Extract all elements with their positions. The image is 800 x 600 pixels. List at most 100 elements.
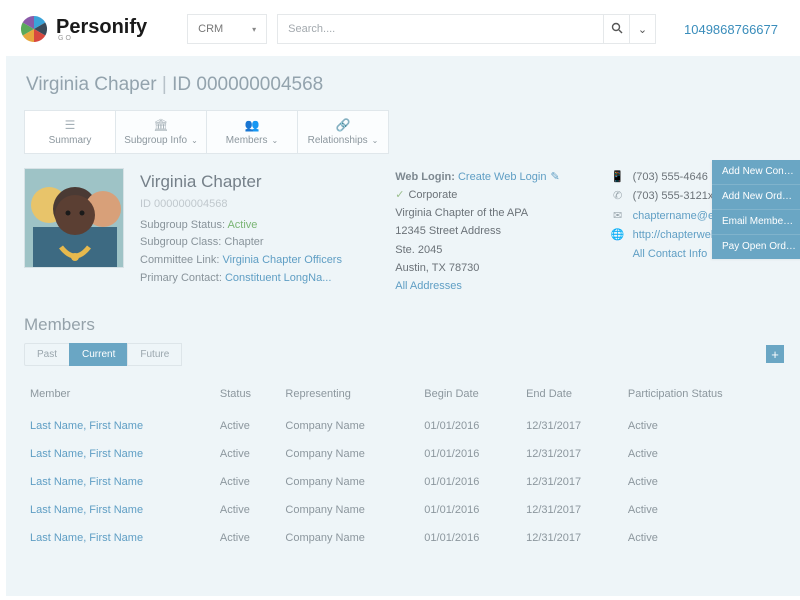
address-suite: Ste. 2045	[395, 241, 594, 259]
action-pay-open-orders[interactable]: Pay Open Ord…	[712, 235, 800, 259]
members-heading: Members	[24, 315, 784, 335]
member-pstatus: Active	[622, 412, 784, 440]
tab-subgroup-info[interactable]: 🏛 Subgroup Info⌄	[115, 110, 207, 154]
class-value: Chapter	[224, 236, 263, 248]
member-pstatus: Active	[622, 496, 784, 524]
search-options-button[interactable]: ⌄	[629, 15, 655, 43]
member-status: Active	[214, 524, 280, 552]
table-row: Last Name, First NameActiveCompany Name0…	[24, 468, 784, 496]
address-type: Corporate	[408, 189, 457, 201]
col-member: Member	[24, 382, 214, 412]
members-table: Member Status Representing Begin Date En…	[24, 382, 784, 552]
col-pstatus: Participation Status	[622, 382, 784, 412]
top-bar: Personify GO CRM ▾ ⌄ 1049868766677	[0, 0, 800, 56]
primary-contact-label: Primary Contact:	[140, 272, 222, 284]
chevron-down-icon: ▾	[252, 25, 256, 34]
members-section: Members Past Current Future + Member Sta…	[24, 315, 800, 552]
col-end: End Date	[520, 382, 622, 412]
brand-logo[interactable]: Personify GO	[20, 15, 147, 43]
account-id[interactable]: 1049868766677	[684, 22, 778, 37]
table-row: Last Name, First NameActiveCompany Name0…	[24, 440, 784, 468]
member-begin: 01/01/2016	[418, 412, 520, 440]
module-select[interactable]: CRM ▾	[187, 14, 267, 44]
filter-current[interactable]: Current	[69, 343, 128, 366]
create-web-login-link[interactable]: Create Web Login	[458, 171, 546, 183]
table-row: Last Name, First NameActiveCompany Name0…	[24, 496, 784, 524]
member-begin: 01/01/2016	[418, 524, 520, 552]
chevron-down-icon: ⌄	[191, 136, 198, 145]
table-row: Last Name, First NameActiveCompany Name0…	[24, 524, 784, 552]
search-input[interactable]	[278, 15, 603, 43]
action-add-new-contact[interactable]: Add New Con…	[712, 160, 800, 185]
building-icon: 🏛	[153, 118, 168, 132]
main-stage: Add New Con… Add New Ord… Email Membe… P…	[6, 56, 800, 596]
edit-icon[interactable]: ✎	[550, 171, 559, 183]
member-link[interactable]: Last Name, First Name	[30, 420, 143, 432]
entity-tabs: ☰ Summary 🏛 Subgroup Info⌄ 👥 Members⌄ 🔗 …	[24, 110, 800, 154]
avatar[interactable]	[24, 168, 124, 268]
member-rep: Company Name	[279, 440, 418, 468]
committee-label: Committee Link:	[140, 254, 219, 266]
chevron-down-icon: ⌄	[638, 23, 647, 36]
brand-name: Personify	[56, 17, 147, 37]
all-addresses-link[interactable]: All Addresses	[395, 280, 462, 292]
primary-contact-link[interactable]: Constituent LongNa...	[225, 272, 331, 284]
member-status: Active	[214, 496, 280, 524]
status-label: Subgroup Status:	[140, 219, 225, 231]
people-icon: 👥	[245, 118, 260, 132]
contact-mobile: (703) 555-4646	[633, 168, 708, 187]
col-begin: Begin Date	[418, 382, 520, 412]
record-title: Virginia Chaper | ID 000000004568	[24, 66, 800, 110]
chevron-down-icon: ⌄	[372, 136, 379, 145]
member-status: Active	[214, 412, 280, 440]
action-add-new-order[interactable]: Add New Ord…	[712, 185, 800, 210]
tab-members[interactable]: 👥 Members⌄	[206, 110, 298, 154]
search-wrap: ⌄	[277, 14, 656, 44]
plus-icon: +	[771, 347, 779, 362]
member-pstatus: Active	[622, 440, 784, 468]
record-id: ID 000000004568	[172, 74, 323, 95]
profile-id: ID 000000004568	[140, 196, 379, 214]
check-icon: ✓	[395, 189, 404, 201]
filter-future[interactable]: Future	[127, 343, 182, 366]
address-org: Virginia Chapter of the APA	[395, 204, 594, 222]
member-status: Active	[214, 468, 280, 496]
member-pstatus: Active	[622, 524, 784, 552]
link-icon: 🔗	[336, 118, 351, 132]
member-begin: 01/01/2016	[418, 496, 520, 524]
table-row: Last Name, First NameActiveCompany Name0…	[24, 412, 784, 440]
action-email-members[interactable]: Email Membe…	[712, 210, 800, 235]
member-rep: Company Name	[279, 412, 418, 440]
member-end: 12/31/2017	[520, 468, 622, 496]
committee-link[interactable]: Virginia Chapter Officers	[223, 254, 342, 266]
member-begin: 01/01/2016	[418, 440, 520, 468]
quick-actions-menu: Add New Con… Add New Ord… Email Membe… P…	[712, 160, 800, 259]
add-member-button[interactable]: +	[766, 345, 784, 363]
member-rep: Company Name	[279, 468, 418, 496]
globe-icon: 🌐	[611, 226, 625, 245]
member-link[interactable]: Last Name, First Name	[30, 476, 143, 488]
tab-label: Summary	[49, 135, 92, 146]
member-link[interactable]: Last Name, First Name	[30, 448, 143, 460]
search-icon	[611, 22, 623, 37]
col-status: Status	[214, 382, 280, 412]
address-city: Austin, TX 78730	[395, 259, 594, 277]
filter-past[interactable]: Past	[24, 343, 70, 366]
chevron-down-icon: ⌄	[271, 136, 278, 145]
address-street: 12345 Street Address	[395, 222, 594, 240]
member-link[interactable]: Last Name, First Name	[30, 532, 143, 544]
member-link[interactable]: Last Name, First Name	[30, 504, 143, 516]
mobile-icon: 📱	[611, 168, 625, 187]
summary-row: Virginia Chapter ID 000000004568 Subgrou…	[24, 168, 800, 295]
member-end: 12/31/2017	[520, 440, 622, 468]
record-name: Virginia Chaper	[26, 74, 157, 95]
all-contact-info-link[interactable]: All Contact Info	[633, 245, 708, 264]
tab-relationships[interactable]: 🔗 Relationships⌄	[297, 110, 389, 154]
search-button[interactable]	[603, 15, 629, 43]
member-filter-tabs: Past Current Future +	[24, 343, 784, 366]
tab-summary[interactable]: ☰ Summary	[24, 110, 116, 154]
tab-label: Members	[226, 135, 268, 146]
member-begin: 01/01/2016	[418, 468, 520, 496]
member-pstatus: Active	[622, 468, 784, 496]
member-status: Active	[214, 440, 280, 468]
